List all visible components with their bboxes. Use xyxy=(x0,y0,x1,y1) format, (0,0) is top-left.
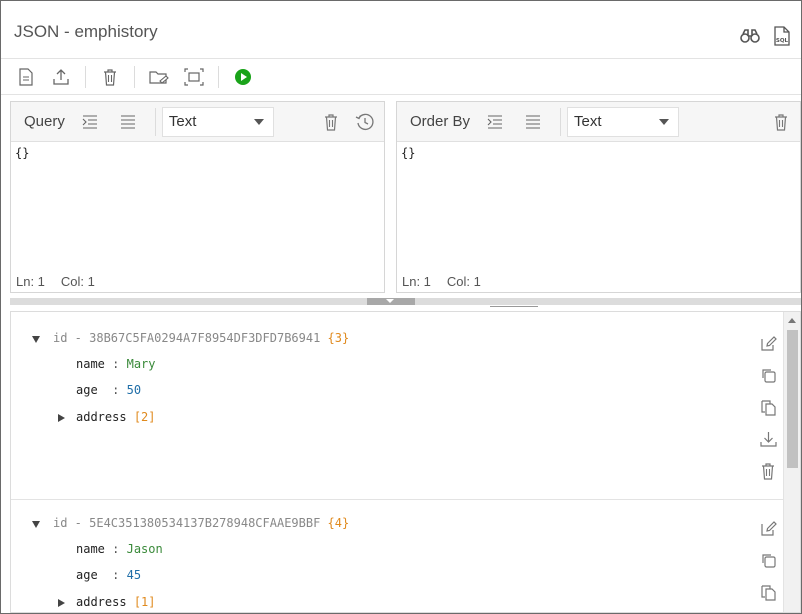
copy-icon[interactable] xyxy=(757,549,779,571)
panel-splitter[interactable] xyxy=(10,298,801,305)
clear-order-by-icon[interactable] xyxy=(770,111,792,133)
order-by-status-bar: Ln: 1 Col: 1 xyxy=(402,274,481,289)
align-lines-icon[interactable] xyxy=(117,111,139,133)
select-area-icon[interactable] xyxy=(183,66,205,88)
paste-icon[interactable] xyxy=(757,396,779,418)
field-value: Jason xyxy=(126,542,163,556)
open-folder-icon[interactable] xyxy=(148,66,170,88)
field-row: age : 45 xyxy=(76,568,141,582)
document-id: id - 38B67C5FA0294A7F8954DF3DFD7B6941 xyxy=(53,331,321,345)
document-id: id - 5E4C351380534137B278948CFAAE9BBF xyxy=(53,516,321,530)
field-colon: : xyxy=(112,542,120,556)
order-by-editor-header: Order By Text xyxy=(397,102,800,142)
clear-query-icon[interactable] xyxy=(320,111,342,133)
query-col-number: Col: 1 xyxy=(60,274,95,289)
query-editor-header: Query Text xyxy=(11,102,384,142)
main-toolbar xyxy=(1,59,801,95)
paste-icon[interactable] xyxy=(757,581,779,603)
expand-arrow-icon[interactable] xyxy=(58,414,65,422)
sql-file-icon[interactable]: SQL xyxy=(771,25,793,47)
splitter-grip[interactable] xyxy=(367,298,415,305)
chevron-down-icon xyxy=(659,118,670,125)
field-row: name : Jason xyxy=(76,542,163,556)
field-key: name xyxy=(76,357,105,371)
nested-field-count: [2] xyxy=(133,410,156,424)
query-editor: Query Text {} Ln: 1 Col: 1 xyxy=(10,101,385,293)
query-format-select[interactable]: Text xyxy=(161,106,274,137)
results-panel: id - 38B67C5FA0294A7F8954DF3DFD7B6941 {3… xyxy=(10,311,801,613)
field-key: name xyxy=(76,542,105,556)
field-count: {4} xyxy=(327,516,350,530)
indent-icon[interactable] xyxy=(484,111,506,133)
splitter-handle-line xyxy=(490,306,538,307)
field-colon: : xyxy=(112,568,120,582)
query-status-bar: Ln: 1 Col: 1 xyxy=(16,274,95,289)
history-icon[interactable] xyxy=(354,111,376,133)
document-card: id - 5E4C351380534137B278948CFAAE9BBF {4… xyxy=(11,501,783,612)
nested-field-count: [1] xyxy=(133,595,156,609)
order-by-col-number: Col: 1 xyxy=(446,274,481,289)
field-value: Mary xyxy=(126,357,156,371)
nested-field-key: address xyxy=(76,410,127,424)
app-window: JSON - emphistory SQL Query Text {} Ln: … xyxy=(0,0,802,614)
field-value: 50 xyxy=(126,383,142,397)
field-row: age : 50 xyxy=(76,383,141,397)
svg-text:SQL: SQL xyxy=(776,38,789,44)
query-text-area[interactable]: {} xyxy=(15,146,29,160)
order-by-text-area[interactable]: {} xyxy=(401,146,415,160)
indent-icon[interactable] xyxy=(79,111,101,133)
document-card: id - 38B67C5FA0294A7F8954DF3DFD7B6941 {3… xyxy=(11,312,783,500)
field-key: age xyxy=(76,568,98,582)
delete-icon[interactable] xyxy=(99,66,121,88)
order-by-format-value: Text xyxy=(574,113,602,130)
scrollbar-thumb[interactable] xyxy=(787,330,798,468)
edit-icon[interactable] xyxy=(757,332,779,354)
order-by-format-select[interactable]: Text xyxy=(567,106,680,137)
collapse-arrow-icon[interactable] xyxy=(32,521,40,528)
collapse-arrow-icon[interactable] xyxy=(32,336,40,343)
download-icon[interactable] xyxy=(757,428,779,450)
new-document-icon[interactable] xyxy=(15,66,37,88)
nested-field-key: address xyxy=(76,595,127,609)
field-count: {3} xyxy=(327,331,350,345)
nested-field-row[interactable]: address [2] xyxy=(76,410,156,424)
scroll-up-icon[interactable] xyxy=(788,318,796,323)
query-label: Query xyxy=(24,113,65,130)
query-format-value: Text xyxy=(168,113,197,130)
title-bar: JSON - emphistory SQL xyxy=(1,1,801,59)
field-value: 45 xyxy=(126,568,142,582)
order-by-line-number: Ln: 1 xyxy=(402,274,431,289)
run-icon[interactable] xyxy=(232,66,254,88)
query-line-number: Ln: 1 xyxy=(16,274,45,289)
nested-field-row[interactable]: address [1] xyxy=(76,595,156,609)
expand-arrow-icon[interactable] xyxy=(58,599,65,607)
copy-icon[interactable] xyxy=(757,364,779,386)
align-lines-icon[interactable] xyxy=(522,111,544,133)
upload-icon[interactable] xyxy=(50,66,72,88)
field-key: age xyxy=(76,383,98,397)
field-row: name : Mary xyxy=(76,357,156,371)
binoculars-icon[interactable] xyxy=(739,25,761,47)
field-colon: : xyxy=(112,383,120,397)
document-id-row[interactable]: id - 5E4C351380534137B278948CFAAE9BBF {4… xyxy=(53,516,349,530)
order-by-editor: Order By Text {} Ln: 1 Col: 1 xyxy=(396,101,801,293)
edit-icon[interactable] xyxy=(757,517,779,539)
field-colon: : xyxy=(112,357,120,371)
chevron-down-icon xyxy=(253,118,264,125)
document-id-row[interactable]: id - 38B67C5FA0294A7F8954DF3DFD7B6941 {3… xyxy=(53,331,349,345)
order-by-label: Order By xyxy=(410,113,471,130)
results-scrollbar[interactable] xyxy=(783,312,800,612)
window-title: JSON - emphistory xyxy=(14,22,158,41)
delete-document-icon[interactable] xyxy=(757,460,779,482)
